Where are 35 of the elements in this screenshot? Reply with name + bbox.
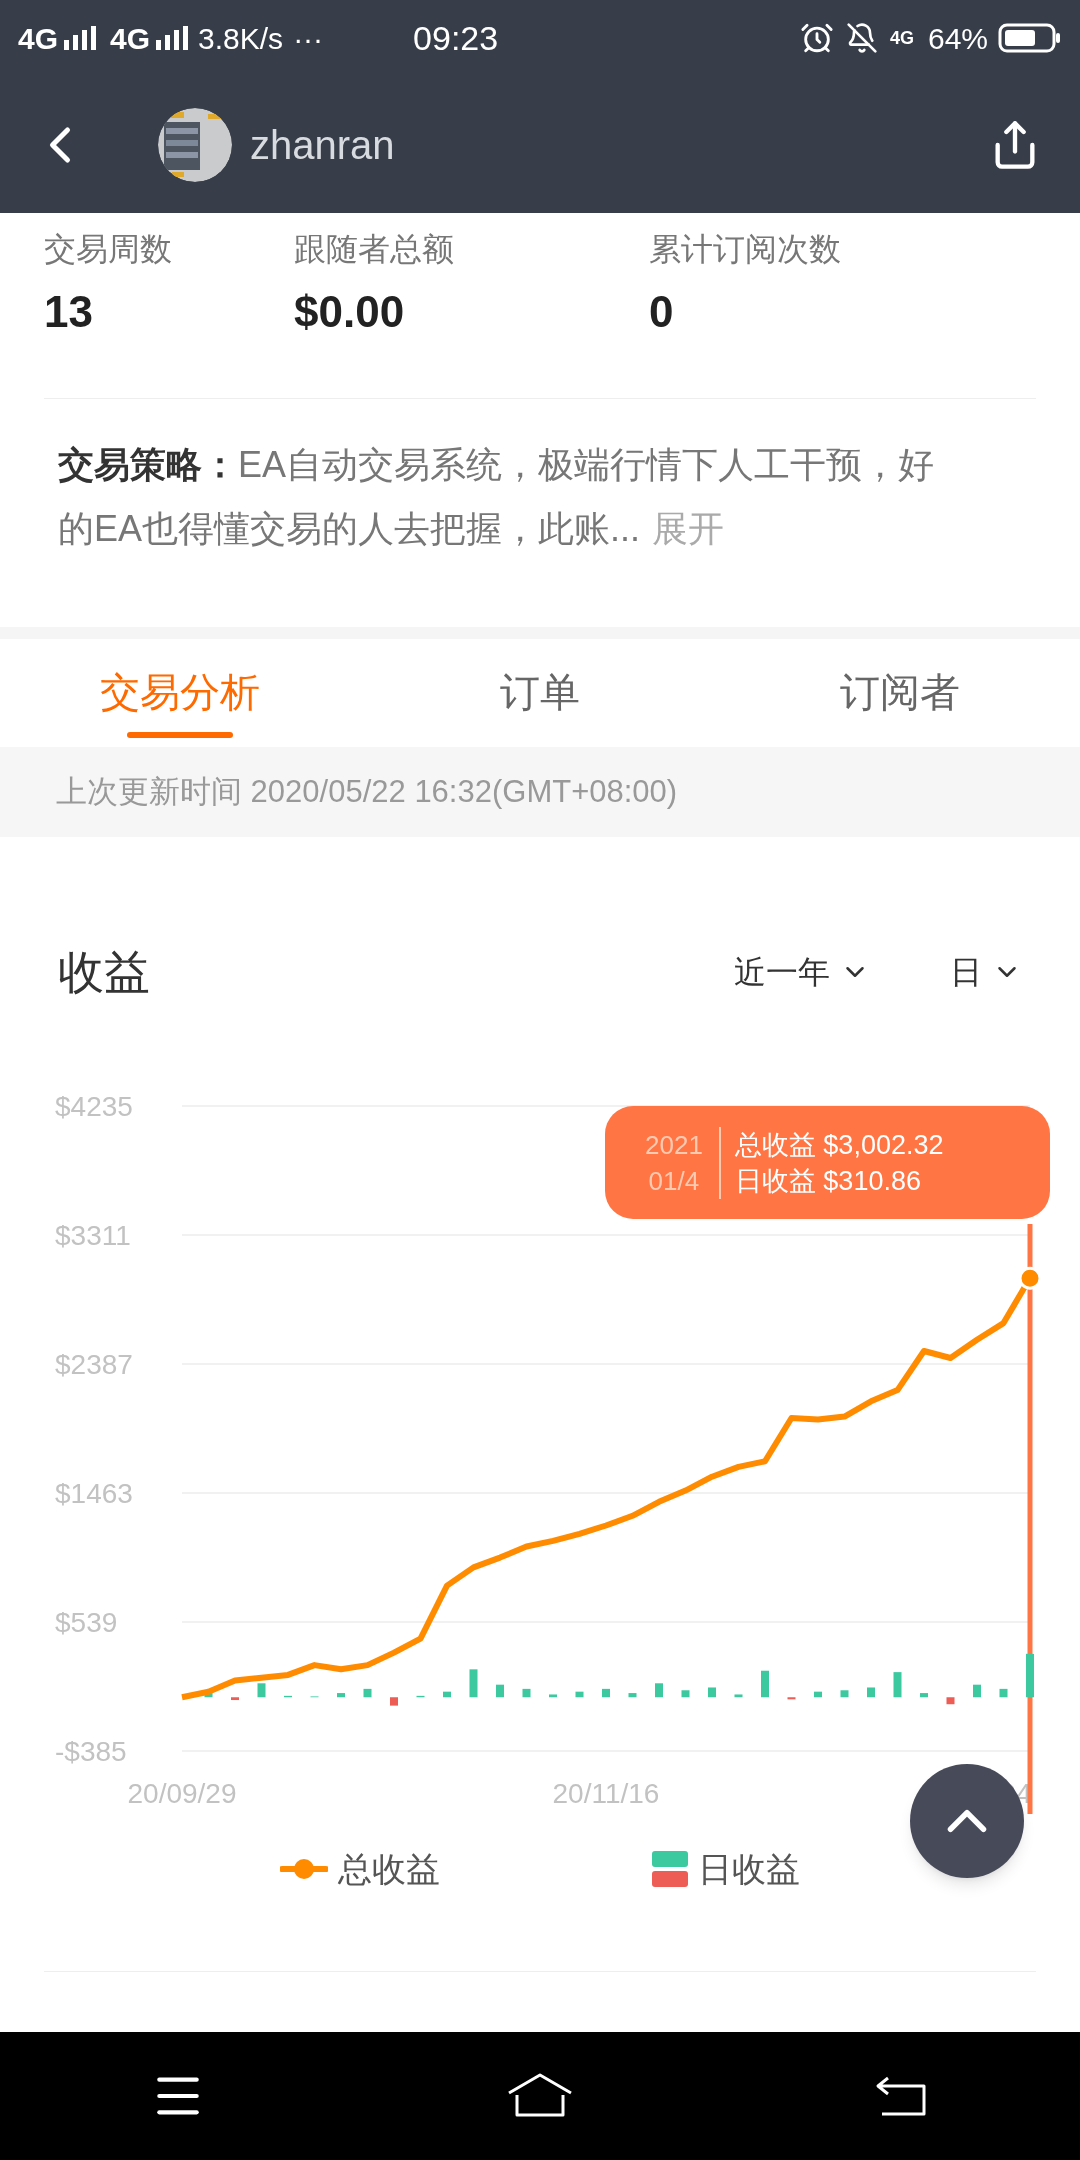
y-axis-label: $539 <box>55 1607 118 1638</box>
strategy-text: 交易策略：EA自动交易系统，极端行情下人工干预，好的EA也得懂交易的人去把握，此账... 展开 <box>58 443 936 551</box>
clock: 09:23 <box>413 17 499 59</box>
stat-label: 累计订阅次数 <box>649 230 842 269</box>
network-label: 4G <box>18 20 59 57</box>
tab[interactable]: 订单 <box>360 639 720 747</box>
legend-label: 日收益 <box>698 1848 800 1890</box>
y-axis-label: -$385 <box>55 1736 127 1767</box>
network-label: 4G <box>889 26 914 50</box>
y-axis-label: $4235 <box>55 1091 133 1122</box>
x-axis-label: 20/11/16 <box>552 1778 660 1809</box>
section-title: 收益 <box>58 944 150 1000</box>
tooltip-year: 2021 <box>645 1128 703 1162</box>
stat-value: $0.00 <box>294 286 406 338</box>
tooltip-date: 01/4 <box>648 1164 700 1198</box>
update-time: 上次更新时间 2020/05/22 16:32(GMT+08:00) <box>56 772 678 811</box>
network-label: 4G <box>110 20 151 57</box>
y-axis-label: $3311 <box>55 1220 131 1251</box>
stat-value: 13 <box>44 286 94 338</box>
y-axis-label: $1463 <box>55 1478 133 1509</box>
stat-label: 跟随者总额 <box>294 230 455 269</box>
range-dropdown[interactable]: 近一年 <box>734 948 870 996</box>
stat-value: 0 <box>649 286 675 338</box>
tooltip-daily: 日收益 $310.86 <box>734 1164 922 1198</box>
tab[interactable]: 订阅者 <box>720 639 1080 747</box>
x-axis-label: 20/09/29 <box>127 1778 237 1809</box>
legend-label: 总收益 <box>338 1848 440 1890</box>
battery-percent: 64% <box>927 20 988 57</box>
user-name: zhanran <box>250 121 395 169</box>
network-speed: 3.8K/s <box>198 20 284 57</box>
stat-label: 交易周数 <box>44 230 173 269</box>
more-indicator: ··· <box>293 20 324 57</box>
tooltip-total: 总收益 $3,002.32 <box>734 1128 944 1162</box>
period-dropdown[interactable]: 日 <box>950 948 1022 996</box>
y-axis-label: $2387 <box>55 1349 133 1380</box>
